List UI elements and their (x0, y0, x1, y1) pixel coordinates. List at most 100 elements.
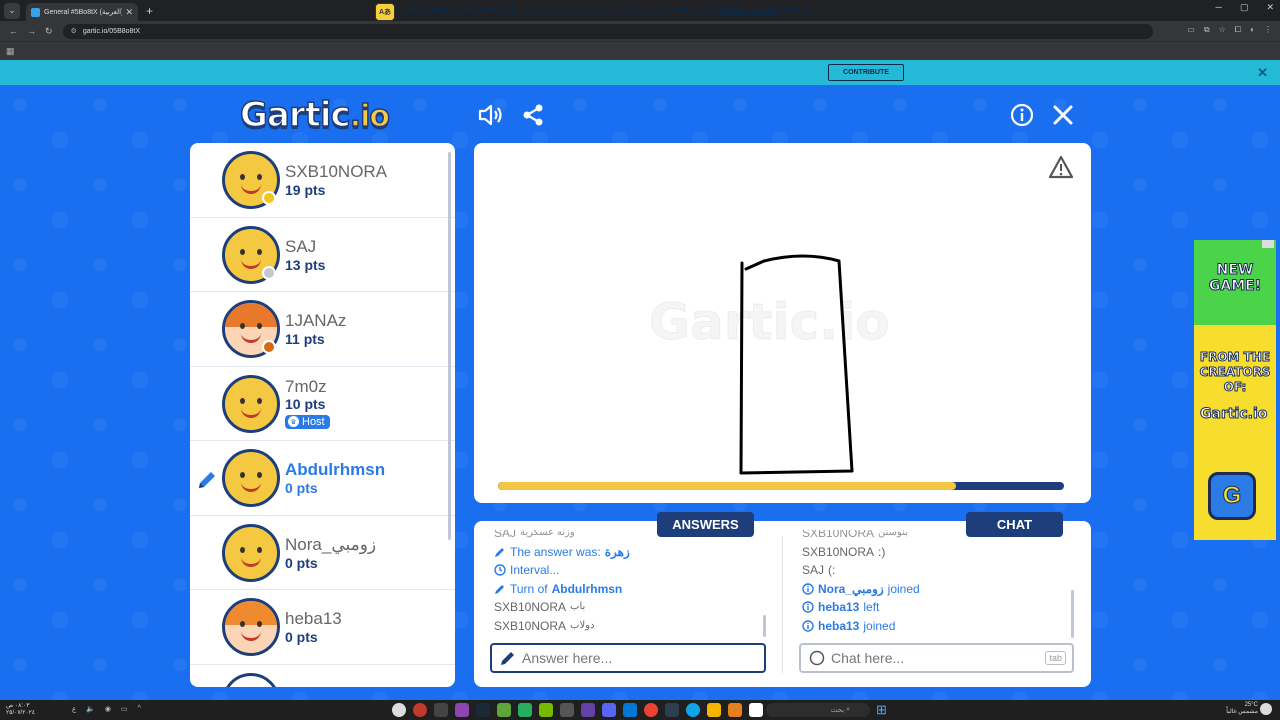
player-row[interactable]: Abdulrhmsn 0 pts (190, 441, 455, 516)
report-warning-icon[interactable] (1048, 155, 1074, 184)
avatar (222, 523, 280, 582)
player-name: Abdulrhmsn (285, 460, 386, 479)
player-row[interactable]: SXB10NORA 19 pts (190, 143, 455, 218)
ad-brand: Gartic.io (1199, 406, 1268, 423)
info-small-icon (802, 620, 814, 632)
app-icon[interactable] (497, 703, 511, 717)
player-row[interactable]: 1JANAz 11 pts (190, 292, 455, 367)
network-icon[interactable]: ◉ (105, 705, 111, 713)
weather-temp: 25°C (1244, 702, 1258, 708)
exit-close-icon[interactable] (1050, 102, 1076, 128)
app-icon[interactable] (623, 703, 637, 717)
site-info-icon[interactable]: ⚙ (71, 27, 77, 35)
address-bar-icons: ▭ ⧉ ☆ ⧠ ◐ ⋮ (1187, 25, 1272, 35)
player-row-partial[interactable] (190, 665, 455, 687)
list-item: Interval... (494, 561, 764, 580)
taskbar-weather[interactable]: 25°C مشمس غالباً (1226, 702, 1258, 716)
app-icon[interactable] (560, 703, 574, 717)
reload-icon[interactable]: ↻ (45, 26, 53, 37)
extensions-icon[interactable]: ⧠ (1235, 25, 1241, 35)
chrome-icon[interactable] (644, 703, 658, 717)
player-row[interactable]: heba13 0 pts (190, 590, 455, 665)
player-name: Nora_زومبي (285, 534, 377, 554)
forward-icon[interactable]: → (27, 26, 36, 36)
player-name: SXB10NORA (285, 162, 388, 181)
ad-banner[interactable]: NEW GAME! FROM THE CREATORS OF: Gartic.i… (1194, 240, 1276, 540)
app-icon[interactable] (728, 703, 742, 717)
tab-search-icon[interactable]: ⌄ (4, 2, 20, 19)
player-row[interactable]: Nora_زومبي 0 pts (190, 516, 455, 590)
list-item: SXB10NORA:) (802, 543, 1067, 562)
ad-choices-icon[interactable] (1262, 240, 1274, 248)
language-icon[interactable]: ع (72, 705, 76, 713)
players-scrollbar[interactable] (448, 152, 451, 540)
msg-user: SXB10NORA (494, 600, 567, 614)
player-row[interactable]: 7m0z 10 pts ♛ Host (190, 367, 455, 441)
msg-bold: heba13 (818, 618, 860, 633)
host-label: Host (302, 415, 325, 428)
back-icon[interactable]: ← (9, 26, 18, 36)
app-icon[interactable] (518, 703, 532, 717)
share-icon[interactable] (520, 102, 546, 128)
url-field[interactable]: ⚙ gartic.io/05B8o8tX (62, 23, 1153, 39)
avatar (222, 374, 280, 433)
volume-icon[interactable]: 🔈 (86, 705, 95, 713)
folder-icon[interactable] (707, 703, 721, 717)
clock-icon (494, 564, 506, 576)
drawing-canvas[interactable]: Gartic.io (474, 143, 1091, 503)
new-tab-icon[interactable]: + (146, 4, 153, 18)
weather-desc: مشمس غالباً (1226, 709, 1258, 715)
maximize-icon[interactable]: ▢ (1240, 2, 1249, 13)
battery-icon[interactable]: ▭ (121, 705, 128, 713)
msg-text: joined (887, 581, 920, 596)
answers-scrollbar[interactable] (763, 615, 766, 637)
tray-chevron-icon[interactable]: ^ (138, 705, 141, 713)
tab-close-icon[interactable]: ✕ (125, 7, 133, 18)
app-icon[interactable] (476, 703, 490, 717)
msg-bold: Nora_زومبي (818, 581, 884, 596)
edge-icon[interactable] (686, 703, 700, 717)
chat-scrollbar[interactable] (1071, 590, 1074, 638)
translate-icon[interactable]: ⧉ (1204, 25, 1210, 35)
install-icon[interactable]: ▭ (1187, 25, 1195, 35)
chat-feed: SXB10NORA بنوسنن SXB10NORA:) SAJ (: Nora_ز… (802, 530, 1067, 640)
app-icon[interactable] (665, 703, 679, 717)
banner-text: THE GAME IN YOUR LANGUAGE! HELP US TRANS… (405, 8, 813, 15)
minimize-icon[interactable]: ─ (1216, 2, 1222, 13)
app-icon[interactable] (434, 703, 448, 717)
msg-text: بنوسنن (878, 530, 909, 538)
apps-grid-icon[interactable]: ▦ (6, 46, 15, 57)
chat-input[interactable] (831, 650, 1046, 666)
window-close-icon[interactable]: ✕ (1266, 2, 1274, 13)
app-icon[interactable] (392, 703, 406, 717)
app-icon[interactable] (581, 703, 595, 717)
logo-main: Gartic (239, 94, 351, 136)
special-thanks-link[interactable]: SPECIAL THANKS (718, 8, 779, 15)
answer-input[interactable] (522, 650, 764, 666)
info-icon[interactable] (1009, 102, 1035, 128)
drawing-strokes (739, 254, 854, 475)
banner-bold-text: THE GAME IN YOUR LANGUAGE! (405, 8, 518, 15)
menu-icon[interactable]: ⋮ (1264, 25, 1272, 35)
app-icon[interactable] (455, 703, 469, 717)
banner-close-icon[interactable]: ✕ (1257, 65, 1268, 81)
answer-field[interactable] (490, 643, 766, 673)
contribute-button[interactable]: CONTRIBUTE (828, 64, 904, 81)
gartic-logo[interactable]: Gartic.io (239, 94, 390, 136)
profile-icon[interactable]: ◐ (1250, 25, 1255, 35)
chat-field[interactable]: tab (799, 643, 1074, 673)
speaker-icon[interactable] (478, 102, 504, 128)
windows-start-icon[interactable]: ⊞ (876, 703, 889, 716)
player-row[interactable]: SAJ 13 pts (190, 218, 455, 292)
msg-text: :) (878, 544, 886, 559)
app-icon[interactable] (602, 703, 616, 717)
app-icon[interactable] (413, 703, 427, 717)
taskbar-clock-left[interactable]: ٠٨:٠٣ ص ٢٥/٠٧/٢٠٢٤ (6, 703, 35, 717)
bookmark-star-icon[interactable]: ☆ (1219, 25, 1226, 35)
taskbar-search[interactable]: بحث ⌕ (766, 703, 870, 717)
player-name: 1JANAz (285, 311, 347, 330)
app-icon[interactable] (539, 703, 553, 717)
app-icon[interactable] (749, 703, 763, 717)
msg-user: SXB10NORA (802, 544, 875, 559)
browser-tab[interactable]: General #5Bo8tX (العربية) - Gartic.io ✕ (26, 3, 138, 21)
